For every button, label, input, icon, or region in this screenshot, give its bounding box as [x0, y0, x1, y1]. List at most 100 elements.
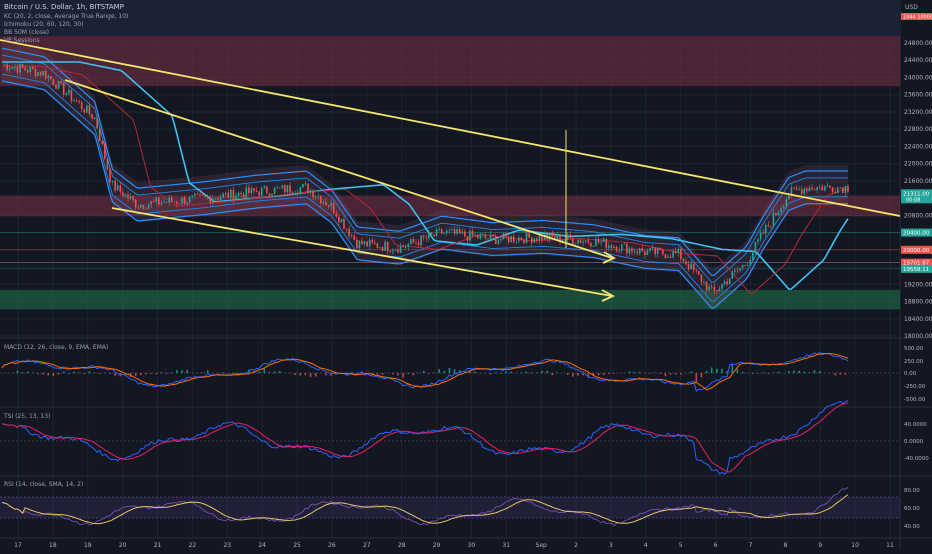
macd-histogram-bar — [510, 372, 512, 373]
candle-body — [472, 231, 474, 236]
trading-chart[interactable]: 24800.0024400.0024000.0023600.0023200.00… — [0, 0, 932, 550]
candle-body — [693, 264, 695, 270]
candle-body — [194, 194, 196, 195]
candle-body — [17, 67, 19, 72]
candle-body — [585, 240, 587, 241]
candle-body — [575, 243, 577, 244]
macd-histogram-bar — [721, 369, 723, 373]
candle-body — [81, 102, 83, 109]
candle-body — [217, 198, 219, 199]
candle-body — [19, 64, 21, 72]
time-axis-label: 10 — [851, 542, 859, 549]
macd-histogram-bar — [310, 373, 312, 377]
macd-histogram-bar — [274, 371, 276, 373]
candle-body — [145, 209, 147, 210]
candle-body — [271, 194, 273, 196]
candle-body — [757, 239, 759, 242]
time-axis-label: 11 — [886, 542, 894, 549]
macd-histogram-bar — [474, 372, 476, 374]
candle-body — [497, 240, 499, 244]
candle-body — [760, 233, 762, 239]
candle-body — [109, 169, 111, 182]
macd-histogram-bar — [325, 373, 327, 376]
candle-body — [135, 200, 137, 208]
candle-body — [721, 284, 723, 289]
macd-histogram-bar — [382, 373, 384, 375]
candle-body — [307, 184, 309, 193]
candle-body — [320, 196, 322, 203]
candle-body — [521, 238, 523, 240]
indicator-bb[interactable]: BB 50M (close) — [4, 29, 49, 36]
candle-body — [510, 236, 512, 242]
candle-body — [523, 240, 525, 243]
candle-body — [317, 196, 319, 197]
indicator-ichimoku[interactable]: Ichimoku (20, 60, 120, 30) — [4, 21, 84, 28]
candle-body — [297, 193, 299, 194]
macd-histogram-bar — [577, 373, 579, 376]
candle-body — [73, 101, 75, 102]
candle-body — [531, 237, 533, 242]
candle-body — [513, 236, 515, 242]
candle-body — [662, 250, 664, 255]
time-axis-label: 18 — [49, 542, 57, 549]
candle-body — [652, 247, 654, 248]
candle-body — [243, 194, 245, 198]
candle-body — [117, 185, 119, 190]
candle-body — [459, 229, 461, 233]
candle-body — [369, 240, 371, 246]
macd-histogram-bar — [449, 368, 451, 373]
macd-axis-label: 0.00 — [904, 371, 917, 377]
candle-body — [233, 190, 235, 200]
candle-body — [425, 237, 427, 238]
candle-body — [701, 275, 703, 283]
candle-body — [611, 245, 613, 248]
macd-histogram-bar — [140, 373, 142, 375]
candle-body — [477, 235, 479, 238]
macd-histogram-bar — [737, 369, 739, 373]
macd-histogram-bar — [397, 373, 399, 376]
candle-body — [631, 248, 633, 251]
tsi-title[interactable]: TSI (25, 13, 13) — [3, 413, 50, 420]
candle-body — [245, 187, 247, 197]
macd-histogram-bar — [716, 369, 718, 373]
candle-body — [348, 229, 350, 236]
time-axis-label: 9 — [818, 542, 822, 549]
candle-body — [181, 198, 183, 204]
candle-body — [281, 185, 283, 188]
candle-body — [47, 76, 49, 78]
macd-title[interactable]: MACD (12, 26, close, 9, EMA, EMA) — [4, 344, 108, 351]
macd-histogram-bar — [294, 373, 296, 375]
candle-body — [641, 248, 643, 251]
indicator-vp[interactable]: VP Sessions — [4, 37, 40, 44]
candle-body — [703, 282, 705, 283]
candle-body — [593, 246, 595, 247]
macd-histogram-bar — [53, 373, 55, 376]
candle-body — [780, 208, 782, 212]
candle-body — [711, 287, 713, 288]
candle-body — [608, 245, 610, 248]
chart-canvas[interactable]: 24800.0024400.0024000.0023600.0023200.00… — [0, 0, 932, 550]
currency-label: USD — [905, 4, 918, 11]
candle-body — [148, 204, 150, 208]
candle-body — [598, 239, 600, 243]
candle-body — [91, 114, 93, 119]
candle-body — [60, 81, 62, 83]
rsi-axis-label: 60.00 — [904, 506, 920, 512]
candle-body — [230, 190, 232, 198]
candle-body — [837, 187, 839, 192]
candle-body — [695, 270, 697, 271]
indicator-keltner[interactable]: KC (20, 2, close, Average True Range, 10… — [4, 13, 128, 20]
candle-body — [616, 247, 618, 252]
rsi-title[interactable]: RSI (14, close, SMA, 14, 2) — [4, 481, 83, 488]
candle-body — [441, 229, 443, 233]
candle-body — [171, 198, 173, 202]
candle-body — [55, 85, 57, 89]
candle-body — [438, 229, 440, 230]
tsi-axis-label: 40.0000 — [904, 422, 927, 428]
candle-body — [580, 240, 582, 243]
candle-body — [204, 196, 206, 197]
macd-axis-label: -500.00 — [904, 397, 926, 403]
candle-body — [793, 187, 795, 188]
candle-body — [685, 261, 687, 264]
macd-histogram-bar — [742, 372, 744, 373]
